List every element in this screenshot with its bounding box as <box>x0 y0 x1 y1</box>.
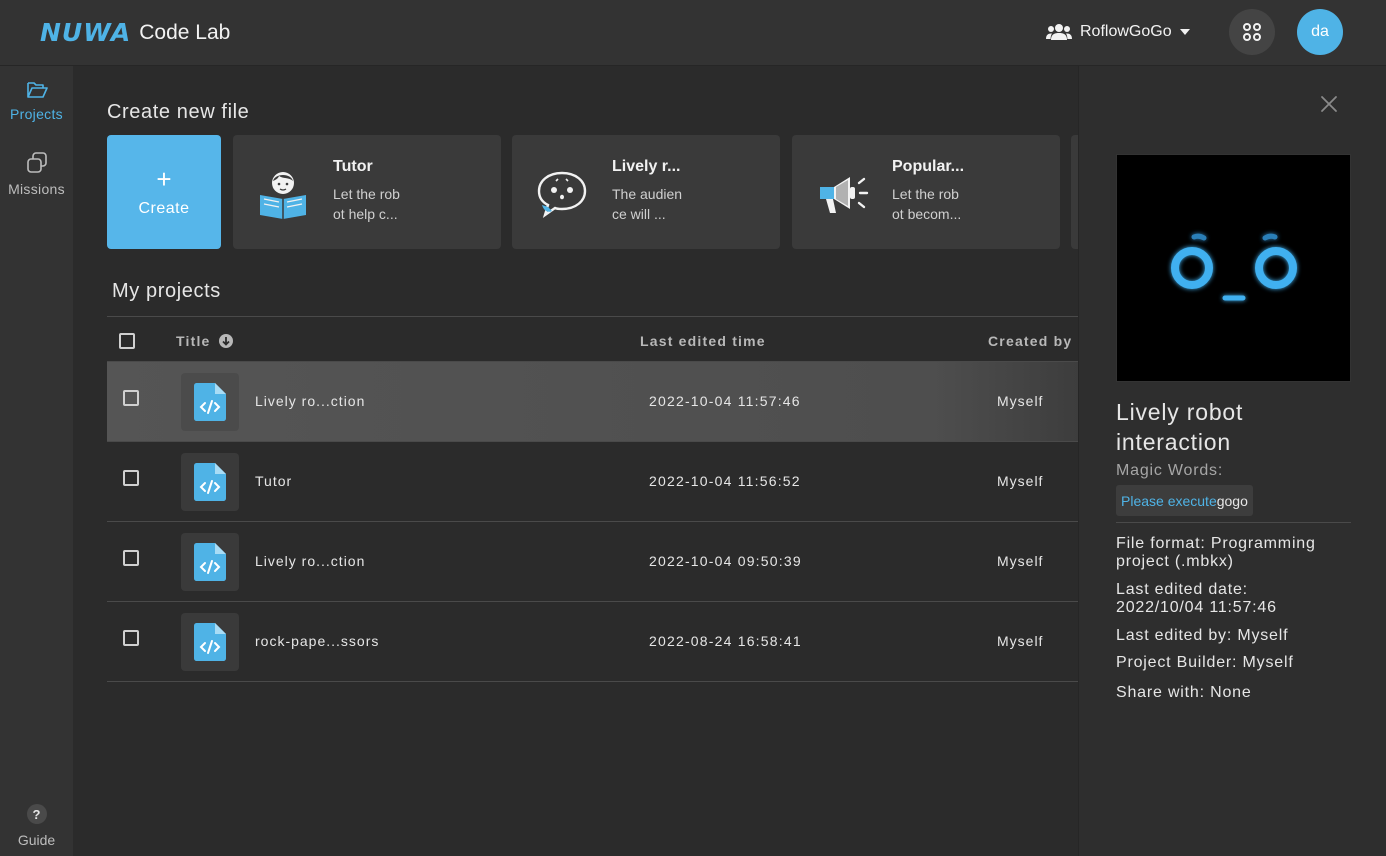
detail-title-line: Lively robot <box>1116 399 1244 425</box>
logo[interactable]: NUWA Code Lab <box>40 20 230 46</box>
plus-icon: + <box>156 164 172 194</box>
template-card-partial[interactable] <box>1071 135 1078 249</box>
create-button[interactable]: + Create <box>107 135 221 249</box>
robot-face-preview <box>1116 154 1351 382</box>
sidebar-item-missions[interactable]: Missions <box>0 151 73 197</box>
template-desc: Let the rob ot becom... <box>892 184 972 224</box>
projects-section-title: My projects <box>112 280 221 302</box>
row-checkbox[interactable] <box>123 550 139 566</box>
column-header-created-by[interactable]: Created by <box>988 333 1072 349</box>
create-label: Create <box>138 200 190 217</box>
row-time: 2022-10-04 11:56:52 <box>649 473 801 489</box>
template-title: Popular... <box>892 158 965 175</box>
magic-words-value: Please execute gogo <box>1116 485 1253 516</box>
users-icon <box>1046 24 1072 40</box>
missions-icon <box>26 152 47 173</box>
row-time: 2022-08-24 16:58:41 <box>649 633 802 649</box>
last-edited-date: Last edited date: 2022/10/04 11:57:46 <box>1116 581 1366 617</box>
logo-mark: NUWA <box>40 18 132 47</box>
template-desc-line: The audien <box>612 186 683 202</box>
template-card-tutor[interactable]: Tutor Let the rob ot help c... <box>233 135 501 249</box>
file-code-icon <box>181 453 239 511</box>
magic-words-label: Magic Words: <box>1116 462 1224 479</box>
sidebar-item-label: Projects <box>10 106 63 122</box>
close-icon[interactable] <box>1319 94 1339 114</box>
template-desc-line: Let the rob <box>892 186 959 202</box>
org-switcher[interactable]: RoflowGoGo <box>1046 20 1190 44</box>
last-edited-date-line: Last edited date: <box>1116 581 1248 598</box>
row-time: 2022-10-04 11:57:46 <box>649 393 801 409</box>
template-desc-line: ot becom... <box>892 206 962 222</box>
detail-divider <box>1116 522 1351 523</box>
sort-down-icon <box>218 334 233 348</box>
column-header-last-edited[interactable]: Last edited time <box>640 333 766 349</box>
column-header-title-label: Title <box>176 333 211 349</box>
template-card-popular[interactable]: Popular... Let the rob ot becom... <box>792 135 1060 249</box>
table-row[interactable]: Lively ro...ction 2022-10-04 09:50:39 My… <box>107 522 1078 602</box>
row-owner: Myself <box>997 393 1044 409</box>
row-checkbox[interactable] <box>123 470 139 486</box>
project-detail-panel: Lively robot interaction Magic Words: Pl… <box>1078 66 1386 856</box>
row-title: Tutor <box>255 473 293 489</box>
row-time: 2022-10-04 09:50:39 <box>649 553 802 569</box>
org-name: RoflowGoGo <box>1080 23 1172 40</box>
avatar[interactable]: da <box>1297 9 1343 55</box>
sidebar-item-projects[interactable]: Projects <box>0 80 73 122</box>
template-desc-line: ot help c... <box>333 206 398 222</box>
row-title: rock-pape...ssors <box>255 633 380 649</box>
template-title: Lively r... <box>612 158 681 175</box>
megaphone-icon <box>820 177 869 213</box>
table-row[interactable]: Tutor 2022-10-04 11:56:52 Myself <box>107 442 1078 522</box>
reading-child-icon <box>260 172 306 219</box>
sidebar-item-label: Missions <box>8 181 65 197</box>
code-lab-app: NUWA Code Lab RoflowGoGo da Projects Mis… <box>0 0 1386 856</box>
file-format: File format: Programming project (.mbkx) <box>1116 535 1366 571</box>
row-checkbox[interactable] <box>123 390 139 406</box>
file-code-icon <box>181 613 239 671</box>
row-owner: Myself <box>997 473 1044 489</box>
help-icon: ? <box>26 804 47 824</box>
magic-word: gogo <box>1216 492 1248 509</box>
create-section-title: Create new file <box>107 101 250 123</box>
table-row[interactable]: Lively ro...ction 2022-10-04 11:57:46 My… <box>107 362 1078 442</box>
guide-button[interactable]: ? Guide <box>0 804 73 848</box>
apps-button[interactable] <box>1229 9 1275 55</box>
apps-grid-icon <box>1243 23 1261 41</box>
file-code-icon <box>181 373 239 431</box>
template-desc-line: Let the rob <box>333 186 400 202</box>
sidebar: Projects Missions ? Guide <box>0 66 73 856</box>
file-code-icon <box>181 533 239 591</box>
select-all-checkbox[interactable] <box>119 333 135 349</box>
template-title: Tutor <box>333 158 373 175</box>
guide-label: Guide <box>17 832 56 848</box>
template-desc: The audien ce will ... <box>612 184 692 224</box>
row-title: Lively ro...ction <box>255 393 366 409</box>
template-desc-line: ce will ... <box>612 206 666 222</box>
main-content: Create new file + Create Tutor Let the r… <box>73 66 1078 856</box>
template-card-lively[interactable]: Lively r... The audien ce will ... <box>512 135 780 249</box>
row-owner: Myself <box>997 553 1044 569</box>
column-header-title[interactable]: Title <box>176 333 233 349</box>
share-with: Share with: None <box>1116 684 1252 701</box>
last-edited-date-line: 2022/10/04 11:57:46 <box>1116 599 1277 616</box>
folder-open-icon <box>26 82 48 98</box>
table-top-divider <box>107 316 1078 317</box>
table-row[interactable]: rock-pape...ssors 2022-08-24 16:58:41 My… <box>107 602 1078 682</box>
detail-title: Lively robot interaction <box>1116 397 1356 457</box>
row-title: Lively ro...ction <box>255 553 366 569</box>
row-checkbox[interactable] <box>123 630 139 646</box>
magic-words-prefix: Please execute <box>1121 492 1217 509</box>
project-builder: Project Builder: Myself <box>1116 654 1294 671</box>
chat-bubble-face-icon <box>537 171 587 218</box>
caret-down-icon <box>1179 29 1190 35</box>
app-title: Code Lab <box>139 21 231 44</box>
last-edited-by: Last edited by: Myself <box>1116 627 1289 644</box>
template-desc: Let the rob ot help c... <box>333 184 413 224</box>
top-bar: NUWA Code Lab RoflowGoGo da <box>0 0 1386 66</box>
file-format-line: File format: Programming <box>1116 535 1316 552</box>
row-owner: Myself <box>997 633 1044 649</box>
detail-title-line: interaction <box>1116 429 1231 455</box>
robot-face-image <box>1171 233 1297 301</box>
file-format-line: project (.mbkx) <box>1116 553 1234 570</box>
